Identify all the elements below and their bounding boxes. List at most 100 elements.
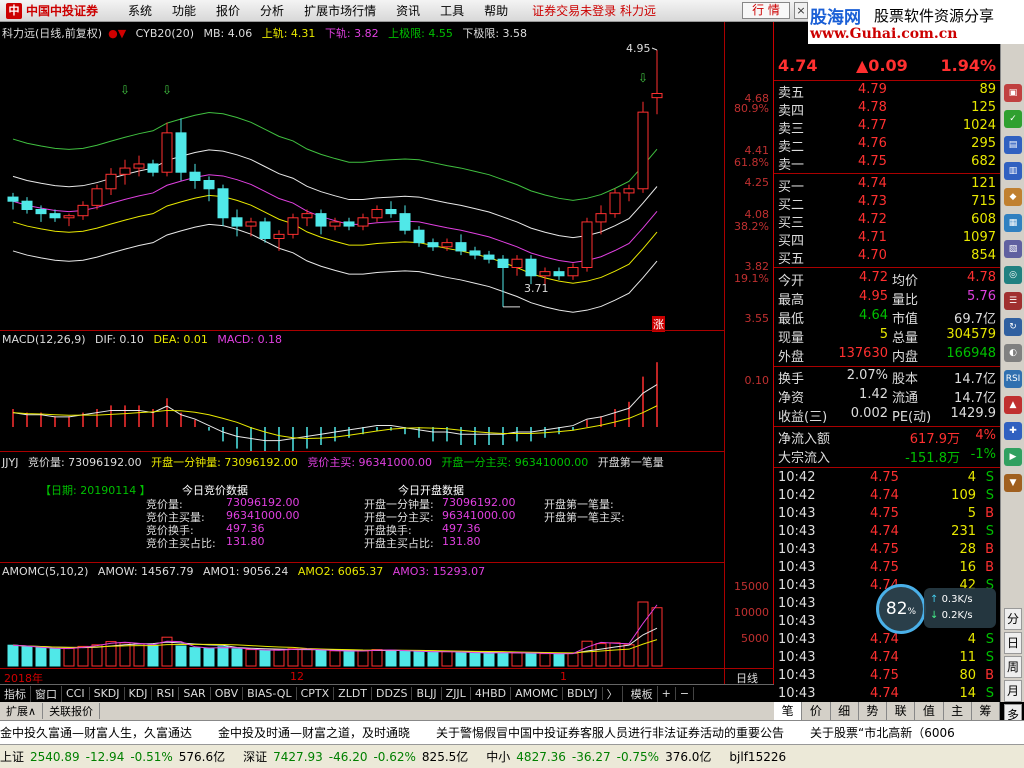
kline-menu-icon[interactable]: ●▼ [108,27,126,40]
amount-bar [469,652,481,667]
quote-panel-tab[interactable]: 笔 [774,702,803,720]
toolbar-icon[interactable]: ✓ [1004,110,1022,128]
period-button[interactable]: 月 [1004,680,1022,702]
toolbar-icon[interactable]: ▣ [1004,84,1022,102]
quote-panel-tab[interactable]: 联 [887,702,916,720]
extension-tab[interactable]: 关联报价 [43,703,101,719]
period-button[interactable]: 日 [1004,632,1022,654]
jjyj-name[interactable]: JJYJ [2,456,18,469]
menu-item[interactable]: 帮助 [474,2,518,19]
indicator-tab[interactable]: RSI [152,687,180,700]
indicator-tab[interactable]: BLJJ [412,687,442,700]
indicator-tab[interactable]: 模板 [627,685,658,702]
toolbar-icon[interactable]: ▼ [1004,474,1022,492]
toolbar-icon[interactable]: ☰ [1004,292,1022,310]
toolbar-icon[interactable]: ▲ [1004,396,1022,414]
news-item[interactable]: 金中投久富通—财富人生，久富通达 [0,724,192,741]
indicator-tab[interactable]: SKDJ [90,687,125,700]
menu-item[interactable]: 系统 [118,2,162,19]
bid-row[interactable]: 买四 4.71 1097 [774,230,1000,249]
toolbar-icon[interactable]: ◐ [1004,344,1022,362]
indicator-tab[interactable]: BDLYJ [563,687,603,700]
stat-label: 最高 [778,293,805,308]
network-speed-widget[interactable]: 82% ↑ 0.3K/s ↓ 0.2K/s [876,584,998,634]
indicator-tab[interactable]: DDZS [372,687,413,700]
toolbar-icon[interactable]: ▶ [1004,448,1022,466]
banner-title: 股海网 [810,8,861,28]
quote-panel-tab[interactable]: 值 [915,702,944,720]
quote-panel-tab[interactable]: 主 [944,702,972,720]
indicator-tab[interactable]: − [676,687,695,700]
news-ticker[interactable]: 金中投久富通—财富人生，久富通达 金中投及时通—财富之道，及时通晓 关于警惕假冒中国… [0,720,1024,744]
quote-panel-tab[interactable]: 价 [802,702,831,720]
indicator-tab[interactable]: 〉 [603,685,623,702]
menu-item[interactable]: 资讯 [386,2,430,19]
indicator-tab[interactable]: OBV [211,687,244,700]
rsi-icon[interactable]: RSI [1004,370,1022,388]
amomc-chart[interactable] [0,562,724,668]
indicator-tab[interactable]: + [658,687,676,700]
toolbar-icon[interactable]: ▤ [1004,136,1022,154]
index-name[interactable]: 深证 [243,748,267,765]
indicator-tab[interactable]: 指标 [0,685,31,702]
bid-row[interactable]: 买二 4.73 715 [774,194,1000,213]
quote-button[interactable]: 行 情 [742,2,790,19]
bid-row[interactable]: 买三 4.72 608 [774,212,1000,231]
chart-area[interactable]: 科力远(日线,前复权) ●▼ CYB20(20) MB: 4.06 上轨: 4.3… [0,22,774,685]
ad-banner[interactable]: 股海网 股票软件资源分享 www.Guhai.com.cn [808,0,1024,44]
menu-item[interactable]: 工具 [430,2,474,19]
toolbar-icon[interactable]: ▧ [1004,240,1022,258]
index-value: 4827.36 [516,749,566,764]
tick-time: 10:43 [778,578,816,593]
indicator-tab[interactable]: 窗口 [31,685,62,702]
quote-panel-tab[interactable]: 细 [831,702,859,720]
indicator-tab[interactable]: ZJJL [442,687,471,700]
menu-item[interactable]: 报价 [206,2,250,19]
ask-row[interactable]: 卖三 4.77 1024 [774,118,1000,137]
kline-chart[interactable]: ⇩ ⇩ ⇩ [0,42,724,350]
indicator-tab[interactable]: KDJ [125,687,153,700]
ask-row[interactable]: 卖五 4.79 89 [774,82,1000,101]
news-item[interactable]: 金中投及时通—财富之道，及时通晓 [218,724,410,741]
stat-label: 今开 [778,274,805,289]
toolbar-icon[interactable]: ▥ [1004,162,1022,180]
indicator-tab[interactable]: AMOMC [511,687,563,700]
toolbar-icon[interactable]: ◎ [1004,266,1022,284]
indicator-tab[interactable]: CCI [62,687,90,700]
period-button[interactable]: 分 [1004,608,1022,630]
indicator-tab[interactable]: BIAS-QL [243,687,297,700]
extension-tab[interactable]: 扩展∧ [0,703,44,719]
toolbar-icon[interactable]: ✚ [1004,422,1022,440]
bid-row[interactable]: 买五 4.70 854 [774,248,1000,267]
menu-item[interactable]: 功能 [162,2,206,19]
quote-panel-tab[interactable]: 筹 [972,702,1000,720]
period-button[interactable]: 周 [1004,656,1022,678]
upload-speed: 0.3K/s [941,594,973,605]
toolbar-icon[interactable]: ▦ [1004,214,1022,232]
indicator-tab[interactable]: 4HBD [471,687,512,700]
ask-row[interactable]: 卖一 4.75 682 [774,154,1000,173]
quote-panel-tab[interactable]: 势 [859,702,887,720]
ask-row[interactable]: 卖四 4.78 125 [774,100,1000,119]
news-item[interactable]: 关于股票“市北高新（6006 [810,724,955,741]
bid-row[interactable]: 买一 4.74 121 [774,176,1000,195]
close-button[interactable]: × [794,2,808,19]
amount-bar [231,648,243,667]
index-name[interactable]: 中小 [486,748,510,765]
index-name[interactable]: 上证 [0,748,24,765]
ask-row[interactable]: 卖二 4.76 295 [774,136,1000,155]
lower-limit-line [12,223,658,313]
signal-arrow-icon: ⇩ [638,71,648,85]
news-item[interactable]: 关于警惕假冒中国中投证券客服人员进行非法证券活动的重要公告 [436,724,784,741]
indicator-tab[interactable]: SAR [179,687,211,700]
amount-bar [63,647,75,667]
indicator-tab[interactable]: ZLDT [334,687,373,700]
tick-time: 10:43 [778,524,816,539]
toolbar-icon[interactable]: ↻ [1004,318,1022,336]
toolbar-icon[interactable]: ◆ [1004,188,1022,206]
menu-item[interactable]: 扩展市场行情 [294,2,386,19]
kline-indicator[interactable]: CYB20(20) [136,27,194,40]
macd-chart[interactable] [0,331,724,451]
menu-item[interactable]: 分析 [250,2,294,19]
indicator-tab[interactable]: CPTX [297,687,335,700]
